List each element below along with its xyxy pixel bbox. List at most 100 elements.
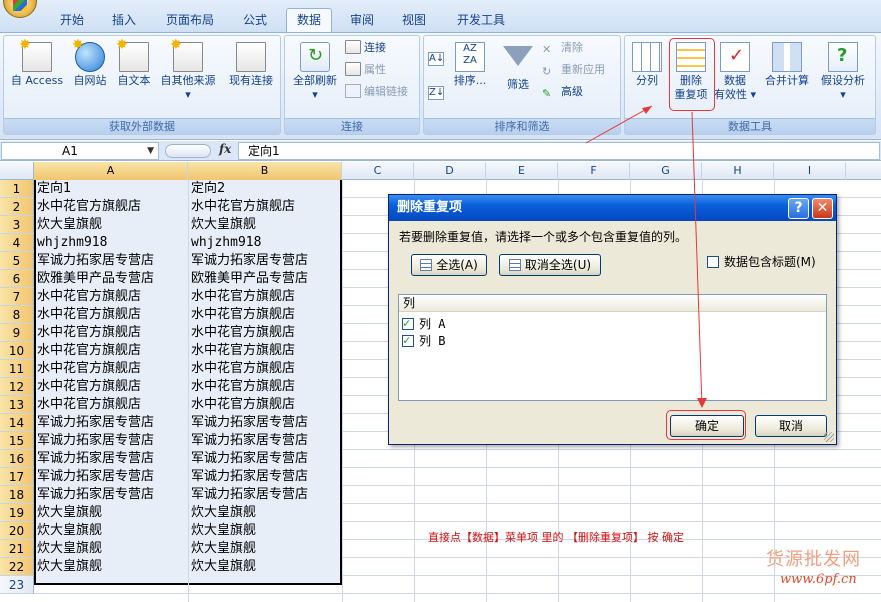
cell-a4[interactable]: whjzhm918 <box>35 234 187 252</box>
column-header-f[interactable]: F <box>558 162 630 180</box>
cell-a3[interactable]: 炊大皇旗舰 <box>35 216 187 234</box>
cell-a1[interactable]: 定向1 <box>35 180 187 198</box>
cell-b15[interactable]: 军诚力拓家居专营店 <box>189 432 341 450</box>
row-header-1[interactable]: 1 <box>0 180 34 198</box>
row-header-4[interactable]: 4 <box>0 234 34 252</box>
row-header-8[interactable]: 8 <box>0 306 34 324</box>
cell-b4[interactable]: whjzhm918 <box>189 234 341 252</box>
row-header-16[interactable]: 16 <box>0 450 34 468</box>
insert-function-icon[interactable]: fx <box>219 142 231 156</box>
row-header-9[interactable]: 9 <box>0 324 34 342</box>
tab-page-layout[interactable]: 页面布局 <box>158 10 222 32</box>
cell-b13[interactable]: 水中花官方旗舰店 <box>189 396 341 414</box>
what-if-analysis-button[interactable]: 假设分析 ▾ <box>815 38 871 116</box>
column-item-b[interactable]: 列 B <box>402 332 445 349</box>
row-header-21[interactable]: 21 <box>0 540 34 558</box>
cell-b17[interactable]: 军诚力拓家居专营店 <box>189 468 341 486</box>
tab-view[interactable]: 视图 <box>394 10 434 32</box>
cell-a9[interactable]: 水中花官方旗舰店 <box>35 324 187 342</box>
cell-a15[interactable]: 军诚力拓家居专营店 <box>35 432 187 450</box>
tab-insert[interactable]: 插入 <box>104 10 144 32</box>
column-item-a[interactable]: 列 A <box>402 315 445 332</box>
resize-grip[interactable] <box>824 432 834 442</box>
cell-a8[interactable]: 水中花官方旗舰店 <box>35 306 187 324</box>
data-validation-button[interactable]: 数据 有效性 ▾ <box>713 38 757 116</box>
row-header-5[interactable]: 5 <box>0 252 34 270</box>
sort-button[interactable]: AZ ZA 排序... <box>450 38 490 116</box>
row-header-3[interactable]: 3 <box>0 216 34 234</box>
name-box[interactable]: A1 ▼ <box>1 142 159 160</box>
dropdown-arrow-icon[interactable]: ▼ <box>147 143 154 159</box>
cell-a17[interactable]: 军诚力拓家居专营店 <box>35 468 187 486</box>
row-header-14[interactable]: 14 <box>0 414 34 432</box>
row-header-18[interactable]: 18 <box>0 486 34 504</box>
tab-formulas[interactable]: 公式 <box>234 10 276 32</box>
row-header-15[interactable]: 15 <box>0 432 34 450</box>
cell-b12[interactable]: 水中花官方旗舰店 <box>189 378 341 396</box>
checkbox-checked-icon[interactable] <box>402 332 414 348</box>
properties-button[interactable]: 属性 <box>345 60 386 80</box>
tab-developer[interactable]: 开发工具 <box>448 10 514 32</box>
column-header-d[interactable]: D <box>414 162 486 180</box>
cell-b11[interactable]: 水中花官方旗舰店 <box>189 360 341 378</box>
column-header-g[interactable]: G <box>630 162 702 180</box>
row-header-22[interactable]: 22 <box>0 558 34 576</box>
column-header-a[interactable]: A <box>34 162 188 180</box>
reapply-button[interactable]: ↻ 重新应用 <box>542 60 605 80</box>
row-header-13[interactable]: 13 <box>0 396 34 414</box>
column-header-c[interactable]: C <box>342 162 414 180</box>
cell-b1[interactable]: 定向2 <box>189 180 341 198</box>
sort-descending-button[interactable]: Z↓ <box>428 84 447 104</box>
cell-b16[interactable]: 军诚力拓家居专营店 <box>189 450 341 468</box>
has-headers-checkbox[interactable]: 数据包含标题(M) <box>707 253 816 270</box>
checkbox-checked-icon[interactable] <box>402 315 414 331</box>
cell-b5[interactable]: 军诚力拓家居专营店 <box>189 252 341 270</box>
edit-links-button[interactable]: 编辑链接 <box>345 82 408 102</box>
select-all-button[interactable]: 全选(A) <box>411 254 487 276</box>
sort-ascending-button[interactable]: A↓ <box>428 50 447 70</box>
cell-b2[interactable]: 水中花官方旗舰店 <box>189 198 341 216</box>
cell-b9[interactable]: 水中花官方旗舰店 <box>189 324 341 342</box>
cell-b3[interactable]: 炊大皇旗舰 <box>189 216 341 234</box>
existing-connections-button[interactable]: 现有连接 <box>224 38 278 116</box>
advanced-filter-button[interactable]: ✎ 高级 <box>542 82 583 102</box>
text-to-columns-button[interactable]: 分列 <box>629 38 665 116</box>
cancel-button[interactable]: 取消 <box>755 415 827 437</box>
from-access-button[interactable]: ✸ 自 Access <box>8 38 66 116</box>
row-header-19[interactable]: 19 <box>0 504 34 522</box>
cell-b8[interactable]: 水中花官方旗舰店 <box>189 306 341 324</box>
from-other-sources-button[interactable]: ✸ 自其他来源 ▾ <box>156 38 220 116</box>
row-header-6[interactable]: 6 <box>0 270 34 288</box>
cell-a18[interactable]: 军诚力拓家居专营店 <box>35 486 187 504</box>
cell-b20[interactable]: 炊大皇旗舰 <box>189 522 341 540</box>
cell-b21[interactable]: 炊大皇旗舰 <box>189 540 341 558</box>
tab-review[interactable]: 审阅 <box>342 10 382 32</box>
cell-a14[interactable]: 军诚力拓家居专营店 <box>35 414 187 432</box>
refresh-all-button[interactable]: 全部刷新 ▾ <box>287 38 343 116</box>
cell-a11[interactable]: 水中花官方旗舰店 <box>35 360 187 378</box>
row-header-20[interactable]: 20 <box>0 522 34 540</box>
cell-b6[interactable]: 欧雅美甲产品专营店 <box>189 270 341 288</box>
row-header-23[interactable]: 23 <box>0 576 34 594</box>
filter-button[interactable]: 筛选 <box>500 38 536 116</box>
cell-a22[interactable]: 炊大皇旗舰 <box>35 558 187 576</box>
cell-b19[interactable]: 炊大皇旗舰 <box>189 504 341 522</box>
cell-a13[interactable]: 水中花官方旗舰店 <box>35 396 187 414</box>
close-button[interactable]: ✕ <box>812 198 833 219</box>
help-button[interactable]: ? <box>788 198 809 219</box>
select-all-corner[interactable] <box>0 162 34 180</box>
cell-a12[interactable]: 水中花官方旗舰店 <box>35 378 187 396</box>
cell-b14[interactable]: 军诚力拓家居专营店 <box>189 414 341 432</box>
cell-a7[interactable]: 水中花官方旗舰店 <box>35 288 187 306</box>
row-header-7[interactable]: 7 <box>0 288 34 306</box>
dialog-title[interactable]: 删除重复项 <box>389 195 836 221</box>
column-header-b[interactable]: B <box>188 162 342 180</box>
row-header-17[interactable]: 17 <box>0 468 34 486</box>
tab-data[interactable]: 数据 <box>286 8 332 32</box>
from-text-button[interactable]: ✸ 自文本 <box>114 38 154 116</box>
cell-a16[interactable]: 军诚力拓家居专营店 <box>35 450 187 468</box>
cell-b18[interactable]: 军诚力拓家居专营店 <box>189 486 341 504</box>
unselect-all-button[interactable]: 取消全选(U) <box>499 254 601 276</box>
formula-input[interactable]: 定向1 <box>238 142 880 160</box>
checkbox-unchecked-icon[interactable] <box>707 255 719 268</box>
